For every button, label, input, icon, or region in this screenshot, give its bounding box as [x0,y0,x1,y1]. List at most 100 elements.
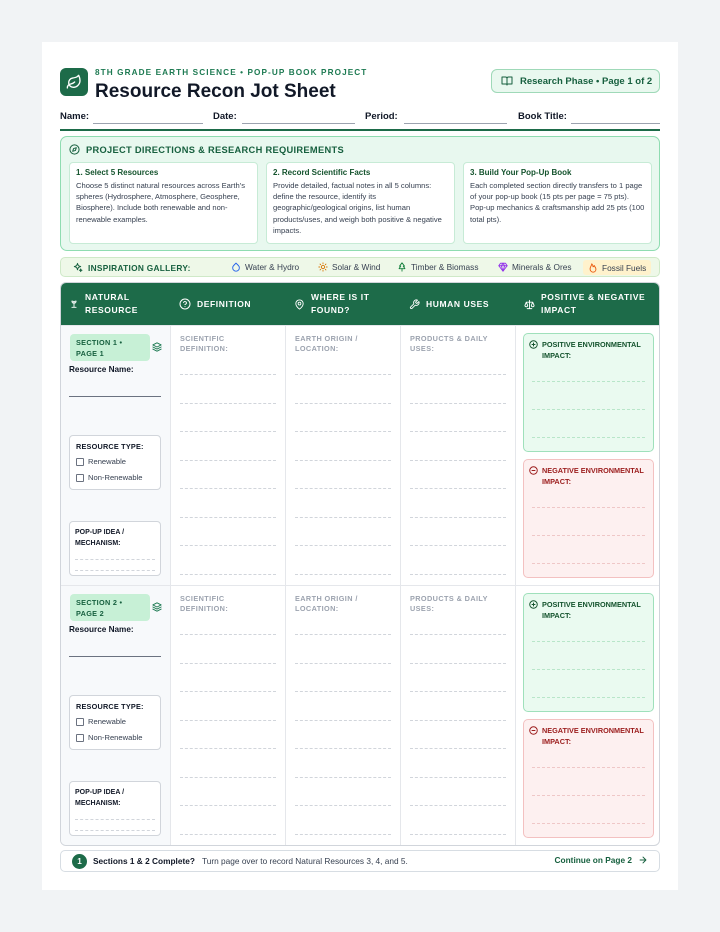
research-table: NATURAL RESOURCE DEFINITION WHERE IS IT FO… [60,282,660,846]
resource-name-label: Resource Name: [69,625,134,634]
writing-line [180,805,276,806]
writing-line [295,719,391,721]
writing-line [295,374,391,375]
worksheet-page: 8TH GRADE EARTH SCIENCE • POP-UP BOOK PR… [42,42,678,890]
writing-line [180,719,276,721]
directions-heading: PROJECT DIRECTIONS & RESEARCH REQUIREMEN… [69,144,344,155]
writing-line [295,634,391,635]
writing-line [410,459,506,461]
uses-cell[interactable]: PRODUCTS & DAILY USES: [401,326,516,586]
footer-bar: 1 Sections 1 & 2 Complete? Turn page ove… [60,850,660,872]
positive-impact-box[interactable]: POSITIVE ENVIRONMENTAL IMPACT: [523,333,654,452]
writing-line [180,833,276,835]
arrow-right-icon [639,856,647,864]
continue-link[interactable]: Continue on Page 2 [555,855,648,865]
writing-line [532,669,645,670]
writing-line [532,409,645,410]
negative-impact-box[interactable]: NEGATIVE ENVIRONMENTAL IMPACT: [523,459,654,578]
writing-line [295,431,391,432]
writing-line [410,488,506,489]
writing-line [532,641,645,642]
plus-circle-icon [529,340,538,349]
gallery-item-fossil[interactable]: Fossil Fuels [583,260,652,275]
origin-cell[interactable]: EARTH ORIGIN / LOCATION: [286,586,401,845]
writing-line [75,559,155,560]
writing-line [410,573,506,575]
renewable-checkbox[interactable]: Renewable [76,457,126,466]
writing-line [295,833,391,835]
writing-line [75,830,155,831]
compass-icon [69,144,80,155]
header-where-found: WHERE IS IT FOUND? [286,283,401,325]
footer-instruction: Turn page over to record Natural Resourc… [202,856,408,866]
writing-line [532,767,645,768]
book-icon [501,76,513,86]
wrench-icon [409,298,420,309]
writing-line [410,545,506,546]
natural-resource-cell: SECTION 2 • PAGE 2 Resource Name: RESOUR… [61,586,171,845]
writing-line [295,459,391,461]
natural-resource-cell: SECTION 1 • PAGE 1 Resource Name: RESOUR… [61,326,171,586]
date-field[interactable] [242,123,355,124]
gallery-label: INSPIRATION GALLERY: [72,262,191,273]
resource-name-field[interactable] [69,656,161,657]
checkbox-icon [76,473,84,482]
writing-line [410,662,506,664]
non-renewable-checkbox[interactable]: Non-Renewable [76,733,142,742]
table-header: NATURAL RESOURCE DEFINITION WHERE IS IT FO… [61,283,659,325]
writing-line [180,691,276,692]
footer-question: Sections 1 & 2 Complete? [93,856,195,866]
writing-line [180,374,276,375]
impact-cell: POSITIVE ENVIRONMENTAL IMPACT: NEGATIVE E… [516,586,659,845]
minus-circle-icon [529,726,538,735]
layers-icon [152,602,162,612]
phase-badge-label: Research Phase • Page 1 of 2 [520,75,653,87]
origin-cell[interactable]: EARTH ORIGIN / LOCATION: [286,326,401,586]
inspiration-gallery: INSPIRATION GALLERY: Water & Hydro Solar… [60,257,660,277]
gallery-item-water[interactable]: Water & Hydro [231,262,299,272]
non-renewable-checkbox[interactable]: Non-Renewable [76,473,142,482]
resource-name-field[interactable] [69,396,161,397]
date-label: Date: [213,111,237,122]
book-title-label: Book Title: [518,111,567,122]
checkbox-icon [76,733,84,742]
writing-line [180,459,276,461]
writing-line [410,691,506,692]
writing-line [410,719,506,721]
name-label: Name: [60,111,90,122]
book-title-field[interactable] [571,123,660,124]
help-circle-icon [179,298,191,310]
popup-idea-box[interactable]: POP-UP IDEA / MECHANISM: [69,781,161,836]
resource-name-label: Resource Name: [69,365,134,374]
writing-line [295,805,391,806]
section-badge: SECTION 1 • PAGE 1 [70,334,150,361]
writing-line [180,573,276,575]
gem-icon [498,262,508,272]
direction-card-1: 1. Select 5 Resources Choose 5 distinct … [69,162,258,244]
layers-icon [152,342,162,352]
positive-impact-box[interactable]: POSITIVE ENVIRONMENTAL IMPACT: [523,593,654,712]
impact-cell: POSITIVE ENVIRONMENTAL IMPACT: NEGATIVE E… [516,326,659,586]
writing-line [410,516,506,518]
writing-line [75,570,155,571]
negative-impact-box[interactable]: NEGATIVE ENVIRONMENTAL IMPACT: [523,719,654,838]
name-field[interactable] [93,123,203,124]
writing-line [295,516,391,518]
gallery-item-solar[interactable]: Solar & Wind [318,262,380,272]
checkbox-icon [76,457,84,466]
renewable-checkbox[interactable]: Renewable [76,717,126,726]
definition-cell[interactable]: SCIENTIFIC DEFINITION: [171,326,286,586]
popup-idea-box[interactable]: POP-UP IDEA / MECHANISM: [69,521,161,576]
writing-line [410,748,506,749]
writing-line [410,805,506,806]
period-field[interactable] [404,123,507,124]
period-label: Period: [365,111,398,122]
gallery-item-timber[interactable]: Timber & Biomass [397,262,478,272]
uses-cell[interactable]: PRODUCTS & DAILY USES: [401,586,516,845]
header-definition: DEFINITION [171,283,286,325]
writing-line [410,431,506,432]
writing-line [532,381,645,382]
gallery-item-minerals[interactable]: Minerals & Ores [498,262,571,272]
minus-circle-icon [529,466,538,475]
definition-cell[interactable]: SCIENTIFIC DEFINITION: [171,586,286,845]
